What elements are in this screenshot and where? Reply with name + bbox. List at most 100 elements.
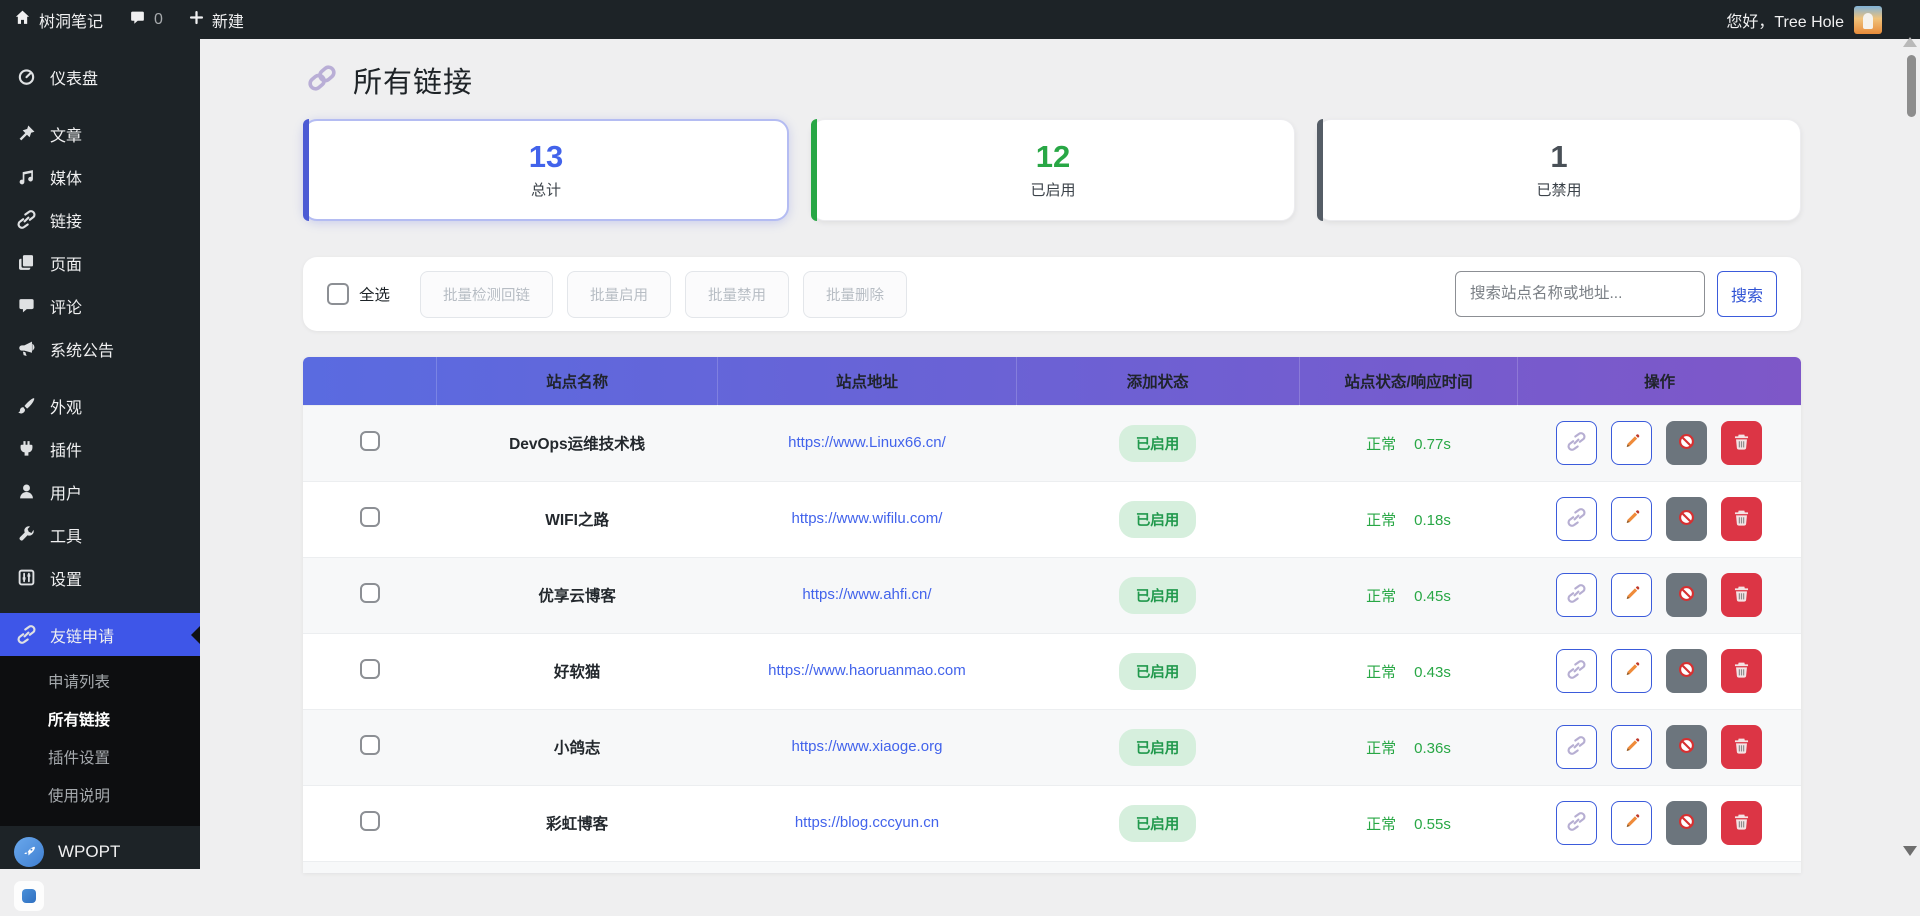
page-scrollbar bbox=[1903, 0, 1920, 869]
chain-icon bbox=[16, 210, 36, 230]
sidebar-item-文章[interactable]: 文章 bbox=[0, 112, 200, 155]
row-link-button[interactable] bbox=[1556, 573, 1597, 617]
row-delete-button[interactable] bbox=[1721, 725, 1762, 769]
row-checkbox[interactable] bbox=[360, 431, 380, 451]
home-icon bbox=[14, 9, 31, 31]
scroll-up-arrow[interactable] bbox=[1903, 30, 1917, 47]
row-delete-button[interactable] bbox=[1721, 801, 1762, 845]
sidebar-item-工具[interactable]: 工具 bbox=[0, 513, 200, 556]
sidebar-item-label: 评论 bbox=[50, 294, 82, 318]
row-edit-button[interactable] bbox=[1611, 801, 1652, 845]
row-actions bbox=[1518, 421, 1801, 465]
sidebar-item-partial[interactable] bbox=[0, 876, 200, 916]
row-edit-button[interactable] bbox=[1611, 725, 1652, 769]
row-delete-button[interactable] bbox=[1721, 421, 1762, 465]
row-select-cell bbox=[303, 785, 436, 861]
ban-icon bbox=[1677, 812, 1696, 834]
admin-bar-site[interactable]: 树洞笔记 bbox=[14, 8, 103, 32]
row-select-cell bbox=[303, 405, 436, 481]
greeting: 您好，Tree Hole bbox=[1726, 8, 1844, 32]
site-url-link[interactable]: https://www.haoruanmao.com bbox=[768, 662, 966, 679]
row-checkbox[interactable] bbox=[360, 811, 380, 831]
admin-bar-comments[interactable]: 0 bbox=[129, 9, 163, 31]
row-delete-button[interactable] bbox=[1721, 649, 1762, 693]
sidebar-item-label: 外观 bbox=[50, 394, 82, 418]
sidebar-item-设置[interactable]: 设置 bbox=[0, 556, 200, 599]
row-link-button[interactable] bbox=[1556, 421, 1597, 465]
row-link-button[interactable] bbox=[1556, 801, 1597, 845]
ban-icon bbox=[1677, 660, 1696, 682]
bulk-button-批量删除[interactable]: 批量删除 bbox=[803, 271, 907, 318]
select-all-checkbox[interactable] bbox=[327, 283, 349, 305]
row-edit-button[interactable] bbox=[1611, 421, 1652, 465]
sidebar-item-外观[interactable]: 外观 bbox=[0, 384, 200, 427]
row-checkbox[interactable] bbox=[360, 735, 380, 755]
site-url-link[interactable]: https://www.Linux66.cn/ bbox=[788, 434, 946, 451]
row-delete-button[interactable] bbox=[1721, 497, 1762, 541]
sidebar-item-友链申请[interactable]: 友链申请 bbox=[0, 613, 200, 656]
row-checkbox[interactable] bbox=[360, 583, 380, 603]
scroll-thumb[interactable] bbox=[1907, 55, 1916, 117]
sidebar-item-系统公告[interactable]: 系统公告 bbox=[0, 327, 200, 370]
row-select-cell bbox=[303, 709, 436, 785]
row-checkbox[interactable] bbox=[360, 659, 380, 679]
submenu-item-插件设置[interactable]: 插件设置 bbox=[0, 740, 200, 778]
column-header-站点地址: 站点地址 bbox=[718, 357, 1016, 405]
sidebar-item-评论[interactable]: 评论 bbox=[0, 284, 200, 327]
response-time: 0.18s bbox=[1414, 512, 1451, 529]
media-icon bbox=[16, 167, 36, 187]
stat-card-已启用[interactable]: 12 已启用 bbox=[811, 119, 1295, 221]
main-content: 所有链接 13 总计 12 已启用 1 已禁用 全选 批量检测回链批量启用批量禁… bbox=[200, 39, 1904, 869]
row-link-button[interactable] bbox=[1556, 725, 1597, 769]
stat-card-已禁用[interactable]: 1 已禁用 bbox=[1317, 119, 1801, 221]
table-row: 小鸽志 https://www.xiaoge.org 已启用 正常0.36s bbox=[303, 709, 1801, 785]
edit-pencil-icon bbox=[1622, 508, 1641, 530]
sidebar-item-媒体[interactable]: 媒体 bbox=[0, 155, 200, 198]
sidebar-item-链接[interactable]: 链接 bbox=[0, 198, 200, 241]
bulk-button-批量禁用[interactable]: 批量禁用 bbox=[685, 271, 789, 318]
plug-icon bbox=[16, 439, 36, 459]
row-disable-button[interactable] bbox=[1666, 649, 1707, 693]
sidebar-item-用户[interactable]: 用户 bbox=[0, 470, 200, 513]
site-url-link[interactable]: https://www.ahfi.cn/ bbox=[802, 586, 931, 603]
sidebar-item-插件[interactable]: 插件 bbox=[0, 427, 200, 470]
row-disable-button[interactable] bbox=[1666, 725, 1707, 769]
scroll-down-arrow[interactable] bbox=[1903, 846, 1917, 863]
row-actions bbox=[1518, 649, 1801, 693]
row-edit-button[interactable] bbox=[1611, 573, 1652, 617]
links-table: 站点名称站点地址添加状态站点状态/响应时间操作 DevOps运维技术栈 http… bbox=[303, 357, 1801, 873]
row-actions bbox=[1518, 497, 1801, 541]
row-edit-button[interactable] bbox=[1611, 649, 1652, 693]
megaphone-icon bbox=[16, 339, 36, 359]
admin-bar-account[interactable]: 您好，Tree Hole bbox=[1726, 6, 1906, 34]
row-link-button[interactable] bbox=[1556, 497, 1597, 541]
stat-cards: 13 总计 12 已启用 1 已禁用 bbox=[303, 119, 1801, 221]
site-url-link[interactable]: https://blog.cccyun.cn bbox=[795, 814, 939, 831]
row-checkbox[interactable] bbox=[360, 507, 380, 527]
row-disable-button[interactable] bbox=[1666, 497, 1707, 541]
submenu-item-使用说明[interactable]: 使用说明 bbox=[0, 778, 200, 816]
submenu-item-申请列表[interactable]: 申请列表 bbox=[0, 664, 200, 702]
row-edit-button[interactable] bbox=[1611, 497, 1652, 541]
site-url-link[interactable]: https://www.xiaoge.org bbox=[792, 738, 943, 755]
submenu-item-所有链接[interactable]: 所有链接 bbox=[0, 702, 200, 740]
status-badge: 已启用 bbox=[1119, 425, 1197, 462]
sidebar-item-仪表盘[interactable]: 仪表盘 bbox=[0, 55, 200, 98]
search-input[interactable] bbox=[1455, 271, 1705, 317]
sidebar-item-页面[interactable]: 页面 bbox=[0, 241, 200, 284]
admin-bar-new[interactable]: 新建 bbox=[189, 8, 244, 32]
site-url-link[interactable]: https://www.wifilu.com/ bbox=[792, 510, 943, 527]
row-disable-button[interactable] bbox=[1666, 801, 1707, 845]
row-delete-button[interactable] bbox=[1721, 573, 1762, 617]
bulk-button-批量检测回链[interactable]: 批量检测回链 bbox=[420, 271, 553, 318]
row-disable-button[interactable] bbox=[1666, 573, 1707, 617]
stat-card-总计[interactable]: 13 总计 bbox=[303, 119, 789, 221]
select-all-label: 全选 bbox=[359, 283, 390, 305]
status-badge: 已启用 bbox=[1119, 805, 1197, 842]
row-link-button[interactable] bbox=[1556, 649, 1597, 693]
search-button[interactable]: 搜索 bbox=[1717, 271, 1777, 317]
comment-bubble-icon bbox=[129, 9, 146, 31]
bulk-button-批量启用[interactable]: 批量启用 bbox=[567, 271, 671, 318]
row-disable-button[interactable] bbox=[1666, 421, 1707, 465]
select-column-header bbox=[303, 357, 436, 405]
